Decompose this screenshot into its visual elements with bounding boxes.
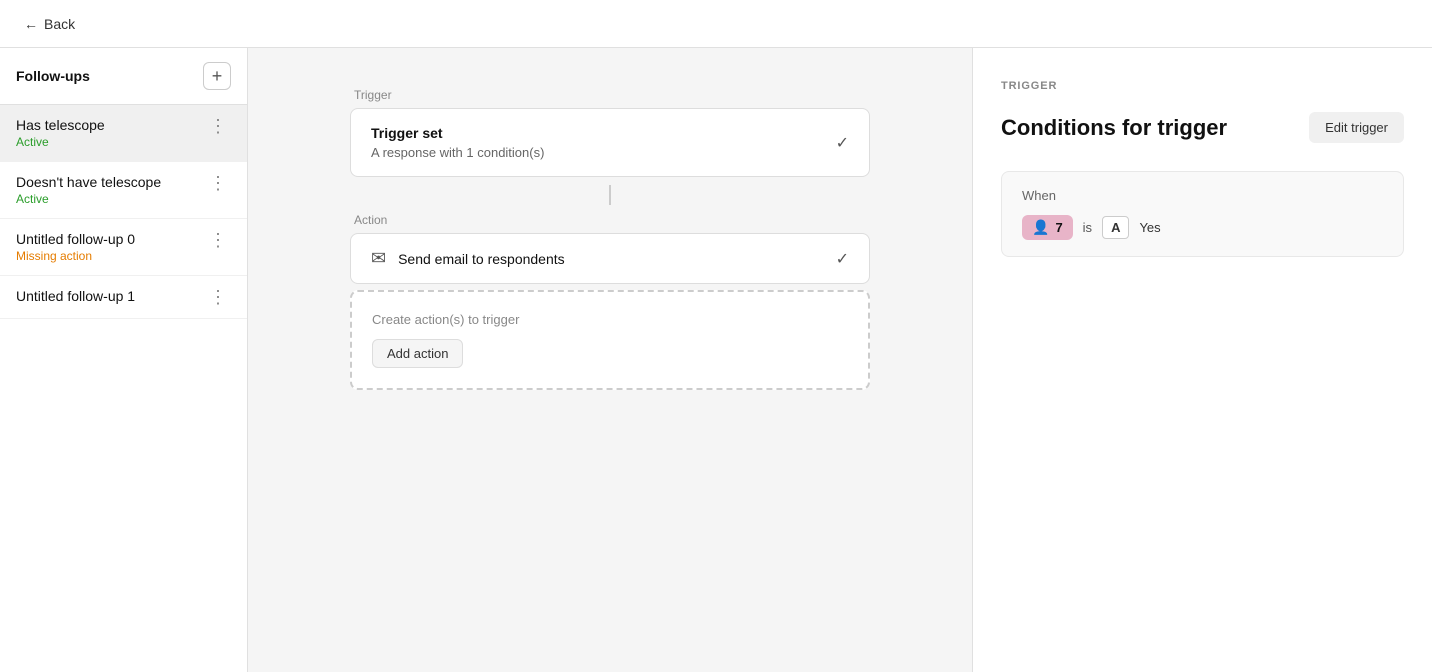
item-menu-button[interactable]: ⋮ bbox=[205, 231, 231, 249]
check-icon: ✓ bbox=[836, 249, 849, 269]
panel-header: Conditions for trigger Edit trigger bbox=[1001, 112, 1404, 143]
edit-trigger-button[interactable]: Edit trigger bbox=[1309, 112, 1404, 143]
flow-container: Trigger Trigger set A response with 1 co… bbox=[350, 88, 870, 390]
action-label: Action bbox=[354, 213, 870, 227]
sidebar: Follow-ups + Has telescope Active ⋮ Does… bbox=[0, 48, 248, 672]
create-actions-card: Create action(s) to trigger Add action bbox=[350, 290, 870, 390]
action-section: Action ✉ Send email to respondents ✓ Cre… bbox=[350, 213, 870, 390]
flow-connector bbox=[609, 185, 611, 205]
create-actions-title: Create action(s) to trigger bbox=[372, 312, 848, 327]
item-menu-button[interactable]: ⋮ bbox=[205, 288, 231, 306]
top-bar: ← Back bbox=[0, 0, 1432, 48]
followup-name: Untitled follow-up 1 bbox=[16, 288, 205, 304]
person-icon: 👤 bbox=[1032, 219, 1049, 236]
followup-name: Untitled follow-up 0 bbox=[16, 231, 205, 247]
condition-row: 👤 7 is A Yes bbox=[1022, 215, 1383, 240]
email-icon: ✉ bbox=[371, 248, 386, 269]
trigger-card[interactable]: Trigger set A response with 1 condition(… bbox=[350, 108, 870, 177]
sidebar-item-has-telescope[interactable]: Has telescope Active ⋮ bbox=[0, 105, 247, 162]
add-action-button[interactable]: Add action bbox=[372, 339, 463, 368]
followup-status: Missing action bbox=[16, 249, 205, 263]
trigger-card-title: Trigger set bbox=[371, 125, 836, 141]
back-arrow-icon: ← bbox=[24, 16, 38, 32]
condition-is-text: is bbox=[1083, 220, 1092, 235]
sidebar-title: Follow-ups bbox=[16, 68, 90, 84]
back-button[interactable]: ← Back bbox=[16, 12, 83, 36]
condition-value: Yes bbox=[1139, 220, 1160, 235]
trigger-card-subtitle: A response with 1 condition(s) bbox=[371, 145, 836, 160]
back-label: Back bbox=[44, 16, 75, 32]
followup-status: Active bbox=[16, 192, 205, 206]
action-card[interactable]: ✉ Send email to respondents ✓ bbox=[350, 233, 870, 284]
sidebar-item-untitled-1[interactable]: Untitled follow-up 1 ⋮ bbox=[0, 276, 247, 319]
chip-number: 7 bbox=[1055, 220, 1062, 235]
sidebar-header: Follow-ups + bbox=[0, 48, 247, 105]
main-layout: Follow-ups + Has telescope Active ⋮ Does… bbox=[0, 48, 1432, 672]
trigger-section: Trigger Trigger set A response with 1 co… bbox=[350, 88, 870, 177]
condition-when: When bbox=[1022, 188, 1383, 203]
followup-name: Doesn't have telescope bbox=[16, 174, 205, 190]
sidebar-item-doesnt-have-telescope[interactable]: Doesn't have telescope Active ⋮ bbox=[0, 162, 247, 219]
panel-title: Conditions for trigger bbox=[1001, 115, 1227, 141]
followup-status: Active bbox=[16, 135, 205, 149]
action-label-text: Send email to respondents bbox=[398, 251, 565, 267]
check-icon: ✓ bbox=[836, 133, 849, 153]
plus-icon: + bbox=[212, 66, 223, 87]
followup-name: Has telescope bbox=[16, 117, 205, 133]
condition-chip: 👤 7 bbox=[1022, 215, 1073, 240]
trigger-label: Trigger bbox=[354, 88, 870, 102]
add-followup-button[interactable]: + bbox=[203, 62, 231, 90]
item-menu-button[interactable]: ⋮ bbox=[205, 117, 231, 135]
right-panel: TRIGGER Conditions for trigger Edit trig… bbox=[972, 48, 1432, 672]
canvas: Trigger Trigger set A response with 1 co… bbox=[248, 48, 972, 672]
panel-section-label: TRIGGER bbox=[1001, 80, 1404, 92]
sidebar-item-untitled-0[interactable]: Untitled follow-up 0 Missing action ⋮ bbox=[0, 219, 247, 276]
condition-box: When 👤 7 is A Yes bbox=[1001, 171, 1404, 257]
item-menu-button[interactable]: ⋮ bbox=[205, 174, 231, 192]
canvas-inner: Trigger Trigger set A response with 1 co… bbox=[248, 48, 972, 672]
condition-a-box: A bbox=[1102, 216, 1129, 239]
